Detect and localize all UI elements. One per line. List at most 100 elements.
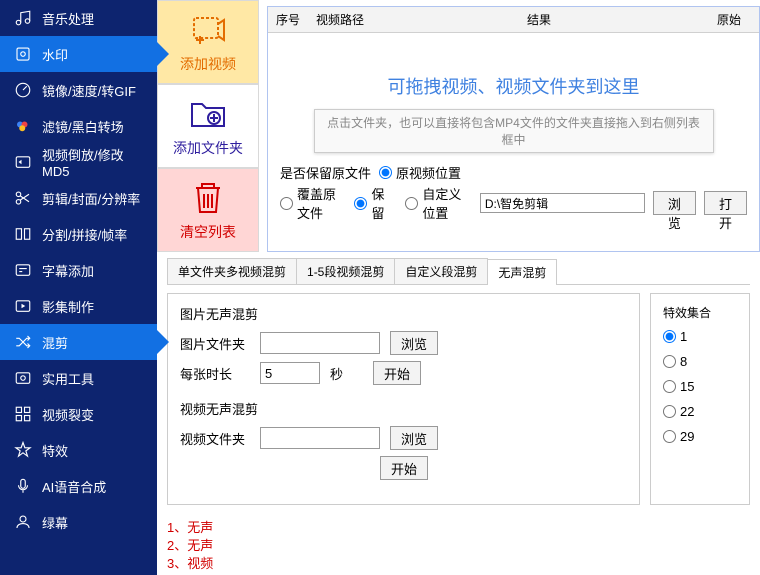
overwrite-radio[interactable]: 覆盖原文件 (280, 184, 346, 222)
drop-zone[interactable]: 可拖拽视频、视频文件夹到这里 点击文件夹，也可以直接将包含MP4文件的文件夹直接… (268, 33, 759, 153)
effect-opt-8[interactable]: 8 (663, 354, 737, 369)
tab-1-5-seg[interactable]: 1-5段视频混剪 (296, 258, 395, 284)
voice-icon (14, 477, 32, 495)
sidebar-item-label: 音乐处理 (42, 9, 94, 28)
sidebar-item-clip[interactable]: 剪辑/封面/分辨率 (0, 180, 157, 216)
sidebar-item-label: 影集制作 (42, 297, 94, 316)
silent-mix-panel: 图片无声混剪 图片文件夹 浏览 每张时长 秒 开始 视频无声混剪 (167, 293, 640, 505)
img-browse-button[interactable]: 浏览 (390, 331, 438, 355)
sidebar-item-label: 镜像/速度/转GIF (42, 81, 136, 100)
each-duration-label: 每张时长 (180, 364, 250, 383)
scissors-icon (14, 189, 32, 207)
add-video-icon (188, 10, 228, 50)
tab-custom-seg[interactable]: 自定义段混剪 (394, 258, 488, 284)
sidebar-item-filter[interactable]: 滤镜/黑白转场 (0, 108, 157, 144)
action-column: 添加视频 添加文件夹 清空列表 (157, 0, 259, 252)
sidebar-item-reverse[interactable]: 视频倒放/修改MD5 (0, 144, 157, 180)
effect-opt-29[interactable]: 29 (663, 429, 737, 444)
grid-icon (14, 405, 32, 423)
action-label: 添加视频 (180, 54, 236, 74)
sidebar-item-effects[interactable]: 特效 (0, 432, 157, 468)
custom-position-radio[interactable]: 自定义位置 (405, 184, 471, 222)
trash-icon (188, 178, 228, 218)
note-1: 1、无声 (167, 519, 750, 537)
sidebar-item-mix[interactable]: 混剪 (0, 324, 157, 360)
note-2: 2、无声 (167, 537, 750, 555)
sidebar-item-label: 混剪 (42, 333, 68, 352)
sidebar-item-mirror[interactable]: 镜像/速度/转GIF (0, 72, 157, 108)
img-start-button[interactable]: 开始 (373, 361, 421, 385)
subtitle-icon (14, 261, 32, 279)
reverse-icon (14, 153, 32, 171)
drop-hint: 可拖拽视频、视频文件夹到这里 (268, 73, 759, 99)
col-index: 序号 (268, 11, 308, 28)
effects-title: 特效集合 (663, 304, 737, 321)
vid-folder-label: 视频文件夹 (180, 429, 250, 448)
col-result: 结果 (519, 11, 709, 28)
keep-radio[interactable]: 保留 (354, 184, 389, 222)
gauge-icon (14, 81, 32, 99)
main-area: 添加视频 添加文件夹 清空列表 序号 视频路径 结果 原始 (157, 0, 760, 575)
tab-multi-video[interactable]: 单文件夹多视频混剪 (167, 258, 297, 284)
open-button[interactable]: 打开 (704, 191, 747, 215)
browse-button[interactable]: 浏览 (653, 191, 696, 215)
action-label: 清空列表 (180, 222, 236, 242)
video-silent-group: 视频无声混剪 视频文件夹 浏览 开始 (180, 399, 627, 480)
sidebar-item-label: 滤镜/黑白转场 (42, 117, 124, 136)
notes: 1、无声 2、无声 3、视频 (167, 519, 750, 573)
tooltip: 点击文件夹，也可以直接将包含MP4文件的文件夹直接拖入到右侧列表框中 (314, 109, 714, 153)
sidebar-item-label: 实用工具 (42, 369, 94, 388)
sidebar-item-label: 特效 (42, 441, 68, 460)
sidebar-item-aivoice[interactable]: AI语音合成 (0, 468, 157, 504)
vid-folder-input[interactable] (260, 427, 380, 449)
img-folder-input[interactable] (260, 332, 380, 354)
palette-icon (14, 117, 32, 135)
sidebar-item-album[interactable]: 影集制作 (0, 288, 157, 324)
tab-silent[interactable]: 无声混剪 (487, 259, 557, 285)
duration-input[interactable] (260, 362, 320, 384)
sidebar-item-music[interactable]: 音乐处理 (0, 0, 157, 36)
sidebar-item-watermark[interactable]: 水印 (0, 36, 157, 72)
orig-position-radio[interactable]: 原视频位置 (379, 163, 461, 182)
sidebar-item-label: 视频裂变 (42, 405, 94, 424)
album-icon (14, 297, 32, 315)
keep-original-label: 是否保留原文件 (280, 163, 371, 182)
effect-opt-15[interactable]: 15 (663, 379, 737, 394)
sidebar-item-greenscreen[interactable]: 绿幕 (0, 504, 157, 540)
add-folder-button[interactable]: 添加文件夹 (157, 84, 259, 168)
effect-opt-22[interactable]: 22 (663, 404, 737, 419)
sidebar-item-label: AI语音合成 (42, 477, 106, 496)
sidebar-item-split[interactable]: 分割/拼接/帧率 (0, 216, 157, 252)
sidebar-item-label: 分割/拼接/帧率 (42, 225, 127, 244)
tools-icon (14, 369, 32, 387)
add-video-button[interactable]: 添加视频 (157, 0, 259, 84)
vid-browse-button[interactable]: 浏览 (390, 426, 438, 450)
tab-row: 单文件夹多视频混剪 1-5段视频混剪 自定义段混剪 无声混剪 (167, 258, 750, 285)
shuffle-icon (14, 333, 32, 351)
star-icon (14, 441, 32, 459)
img-folder-label: 图片文件夹 (180, 334, 250, 353)
sidebar-item-tools[interactable]: 实用工具 (0, 360, 157, 396)
sidebar-item-label: 绿幕 (42, 513, 68, 532)
vid-start-button[interactable]: 开始 (380, 456, 428, 480)
sidebar-item-subtitle[interactable]: 字幕添加 (0, 252, 157, 288)
sidebar-item-label: 视频倒放/修改MD5 (42, 145, 143, 179)
vid-group-title: 视频无声混剪 (180, 399, 627, 418)
action-label: 添加文件夹 (173, 138, 243, 158)
add-folder-icon (188, 94, 228, 134)
sidebar-item-fission[interactable]: 视频裂变 (0, 396, 157, 432)
note-3: 3、视频 (167, 555, 750, 573)
sidebar: 音乐处理 水印 镜像/速度/转GIF 滤镜/黑白转场 视频倒放/修改MD5 剪辑… (0, 0, 157, 575)
clear-list-button[interactable]: 清空列表 (157, 168, 259, 252)
greenscreen-icon (14, 513, 32, 531)
effect-opt-1[interactable]: 1 (663, 329, 737, 344)
col-original: 原始 (709, 11, 759, 28)
music-icon (14, 9, 32, 27)
table-header: 序号 视频路径 结果 原始 (268, 7, 759, 33)
col-path: 视频路径 (308, 11, 519, 28)
sidebar-item-label: 剪辑/封面/分辨率 (42, 189, 140, 208)
output-path-input[interactable] (480, 193, 645, 213)
seconds-label: 秒 (330, 364, 343, 383)
split-icon (14, 225, 32, 243)
sidebar-item-label: 水印 (42, 45, 68, 64)
